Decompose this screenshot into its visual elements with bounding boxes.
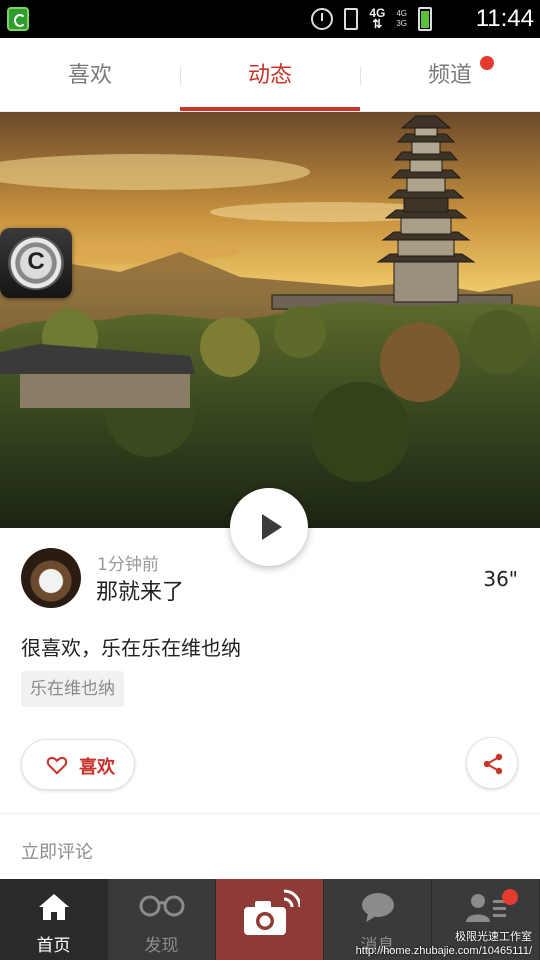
signal-label-4g: 4G <box>396 9 407 18</box>
app-shield-icon <box>7 7 29 31</box>
like-label: 喜欢 <box>79 757 115 778</box>
floating-app-icon[interactable] <box>0 228 72 298</box>
section-divider <box>0 813 540 814</box>
watermark: 极限光速工作室 http://home.zhubajie.com/1046511… <box>356 930 532 958</box>
post-body: 很喜欢，乐在乐在维也纳 <box>21 636 241 660</box>
phone-vibrate-icon <box>344 8 359 30</box>
play-button[interactable] <box>230 488 308 566</box>
signal-icon: 4G 3G <box>396 9 407 29</box>
nav-discover-label: 发现 <box>144 936 179 956</box>
comment-now-link[interactable]: 立即评论 <box>21 838 93 864</box>
audio-duration: 36" <box>483 567 518 591</box>
notification-badge <box>480 56 494 70</box>
status-time: 11:44 <box>475 5 534 32</box>
chat-bubble-icon <box>361 893 394 922</box>
glasses-icon <box>139 895 184 917</box>
data-arrows-icon: 4G ⇅ <box>369 6 386 31</box>
heart-icon <box>46 756 68 775</box>
nav-camera[interactable] <box>216 879 324 960</box>
signal-label-3g: 3G <box>396 19 407 28</box>
alarm-icon <box>311 8 334 30</box>
share-icon <box>483 753 503 775</box>
post-tag[interactable]: 乐在维也纳 <box>21 671 124 707</box>
post-time: 1分钟前 <box>97 555 159 575</box>
battery-charging-icon <box>418 7 432 31</box>
bottom-nav: 首页 发现 消息 极限光速工作室 http://home.zhubajie.co… <box>0 879 540 960</box>
status-bar: 4G ⇅ 4G 3G 11:44 <box>0 0 540 38</box>
camera-lens-icon <box>8 236 64 290</box>
watermark-line1: 极限光速工作室 <box>455 931 532 943</box>
avatar[interactable] <box>21 548 81 608</box>
tab-bar: 喜欢 动态 频道 <box>0 38 540 112</box>
contacts-badge <box>502 889 518 905</box>
camera-icon <box>243 889 300 935</box>
tab-likes[interactable]: 喜欢 <box>0 38 180 112</box>
tab-active-indicator <box>180 107 360 111</box>
home-icon <box>38 894 69 920</box>
status-icons: 4G ⇅ 4G 3G <box>311 5 432 33</box>
tab-divider <box>180 66 181 86</box>
nav-discover[interactable]: 发现 <box>108 879 216 960</box>
nav-home-label: 首页 <box>36 936 71 956</box>
post-title: 那就来了 <box>96 580 185 605</box>
share-button[interactable] <box>466 737 518 789</box>
tab-divider <box>360 66 361 86</box>
tab-channels[interactable]: 频道 <box>360 38 540 112</box>
tab-feed[interactable]: 动态 <box>180 38 360 112</box>
nav-home[interactable]: 首页 <box>0 879 108 960</box>
contacts-icon <box>465 894 506 922</box>
post-cover-image[interactable] <box>0 112 540 528</box>
pagoda-landscape-image <box>0 112 540 528</box>
watermark-line2: http://home.zhubajie.com/10465111/ <box>355 945 532 957</box>
like-button[interactable]: 喜欢 <box>21 739 135 790</box>
